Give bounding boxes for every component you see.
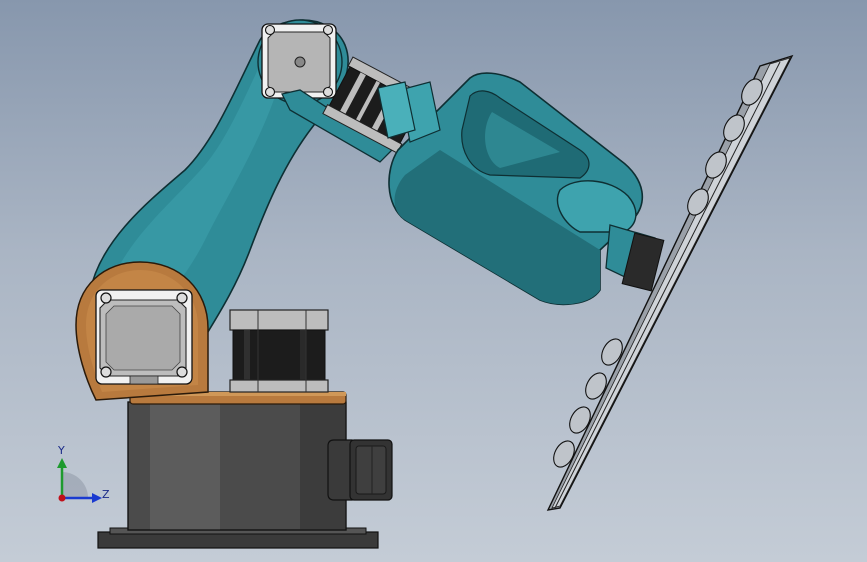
robot-arm-model: Y Z: [57, 19, 794, 549]
cad-viewport[interactable]: Y Z: [0, 0, 867, 562]
triad-quarter-disc: [62, 472, 88, 498]
x-axis-dot: [58, 494, 66, 502]
base-cylinder: [127, 401, 347, 531]
coordinate-triad: Y Z: [57, 444, 110, 503]
base-stepper-motor: [229, 309, 329, 393]
y-axis-label: Y: [57, 444, 65, 457]
wrist-collar: [377, 81, 441, 143]
base-connector: [327, 439, 393, 501]
z-axis-label: Z: [102, 488, 110, 501]
shoulder-motor-face: [95, 289, 193, 385]
